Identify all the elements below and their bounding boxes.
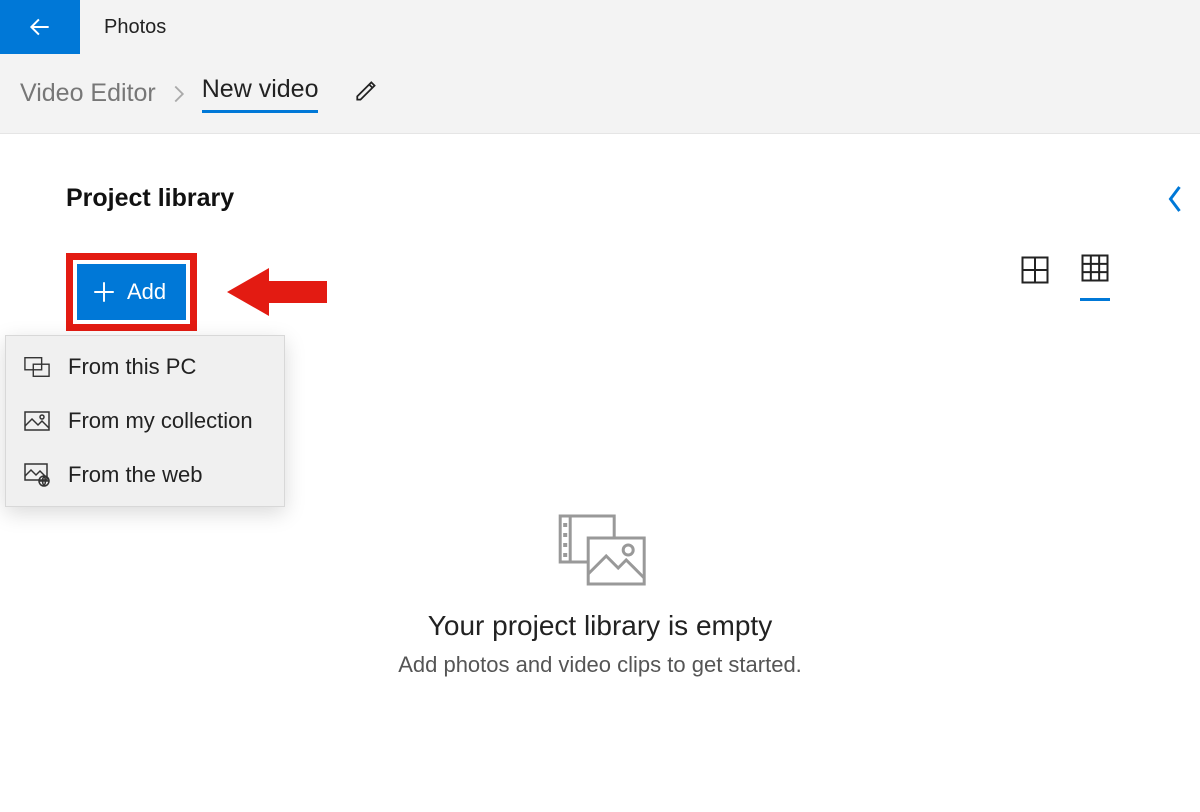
back-button[interactable] xyxy=(0,0,80,54)
menu-item-label: From this PC xyxy=(68,354,196,380)
annotation-highlight-box: Add xyxy=(66,253,197,331)
empty-state-subtitle: Add photos and video clips to get starte… xyxy=(398,652,802,678)
pencil-icon xyxy=(354,78,380,104)
back-arrow-icon xyxy=(27,14,53,40)
image-icon xyxy=(24,410,50,432)
chevron-right-icon xyxy=(172,84,186,104)
empty-state-title: Your project library is empty xyxy=(398,610,802,642)
annotation-arrow-icon xyxy=(227,264,327,320)
plus-icon xyxy=(91,279,117,305)
breadcrumb-bar: Video Editor New video xyxy=(0,54,1200,134)
menu-item-label: From the web xyxy=(68,462,203,488)
app-title: Photos xyxy=(80,0,166,54)
content-area: Project library Add xyxy=(0,134,1200,331)
menu-item-from-pc[interactable]: From this PC xyxy=(6,340,284,394)
rename-button[interactable] xyxy=(354,78,380,109)
collapse-panel-button[interactable] xyxy=(1166,184,1184,219)
add-dropdown-menu: From this PC From my collection From the… xyxy=(5,335,285,507)
grid-3x3-icon xyxy=(1080,253,1110,283)
menu-item-from-web[interactable]: From the web xyxy=(6,448,284,502)
menu-item-label: From my collection xyxy=(68,408,253,434)
breadcrumb-current[interactable]: New video xyxy=(202,75,319,113)
grid-2x2-icon xyxy=(1020,255,1050,285)
large-grid-view-button[interactable] xyxy=(1020,255,1050,300)
menu-item-from-collection[interactable]: From my collection xyxy=(6,394,284,448)
empty-state-icon xyxy=(550,510,650,590)
chevron-left-icon xyxy=(1166,184,1184,214)
empty-state: Your project library is empty Add photos… xyxy=(398,510,802,678)
toolbar-row: Add xyxy=(66,253,1160,331)
add-button[interactable]: Add xyxy=(77,264,186,320)
section-title: Project library xyxy=(66,184,1160,213)
add-button-label: Add xyxy=(127,279,166,305)
web-image-icon xyxy=(24,463,50,487)
small-grid-view-button[interactable] xyxy=(1080,253,1110,301)
breadcrumb-parent[interactable]: Video Editor xyxy=(20,79,156,108)
pc-icon xyxy=(24,355,50,379)
title-bar: Photos xyxy=(0,0,1200,54)
view-toggle-group xyxy=(1020,253,1110,301)
